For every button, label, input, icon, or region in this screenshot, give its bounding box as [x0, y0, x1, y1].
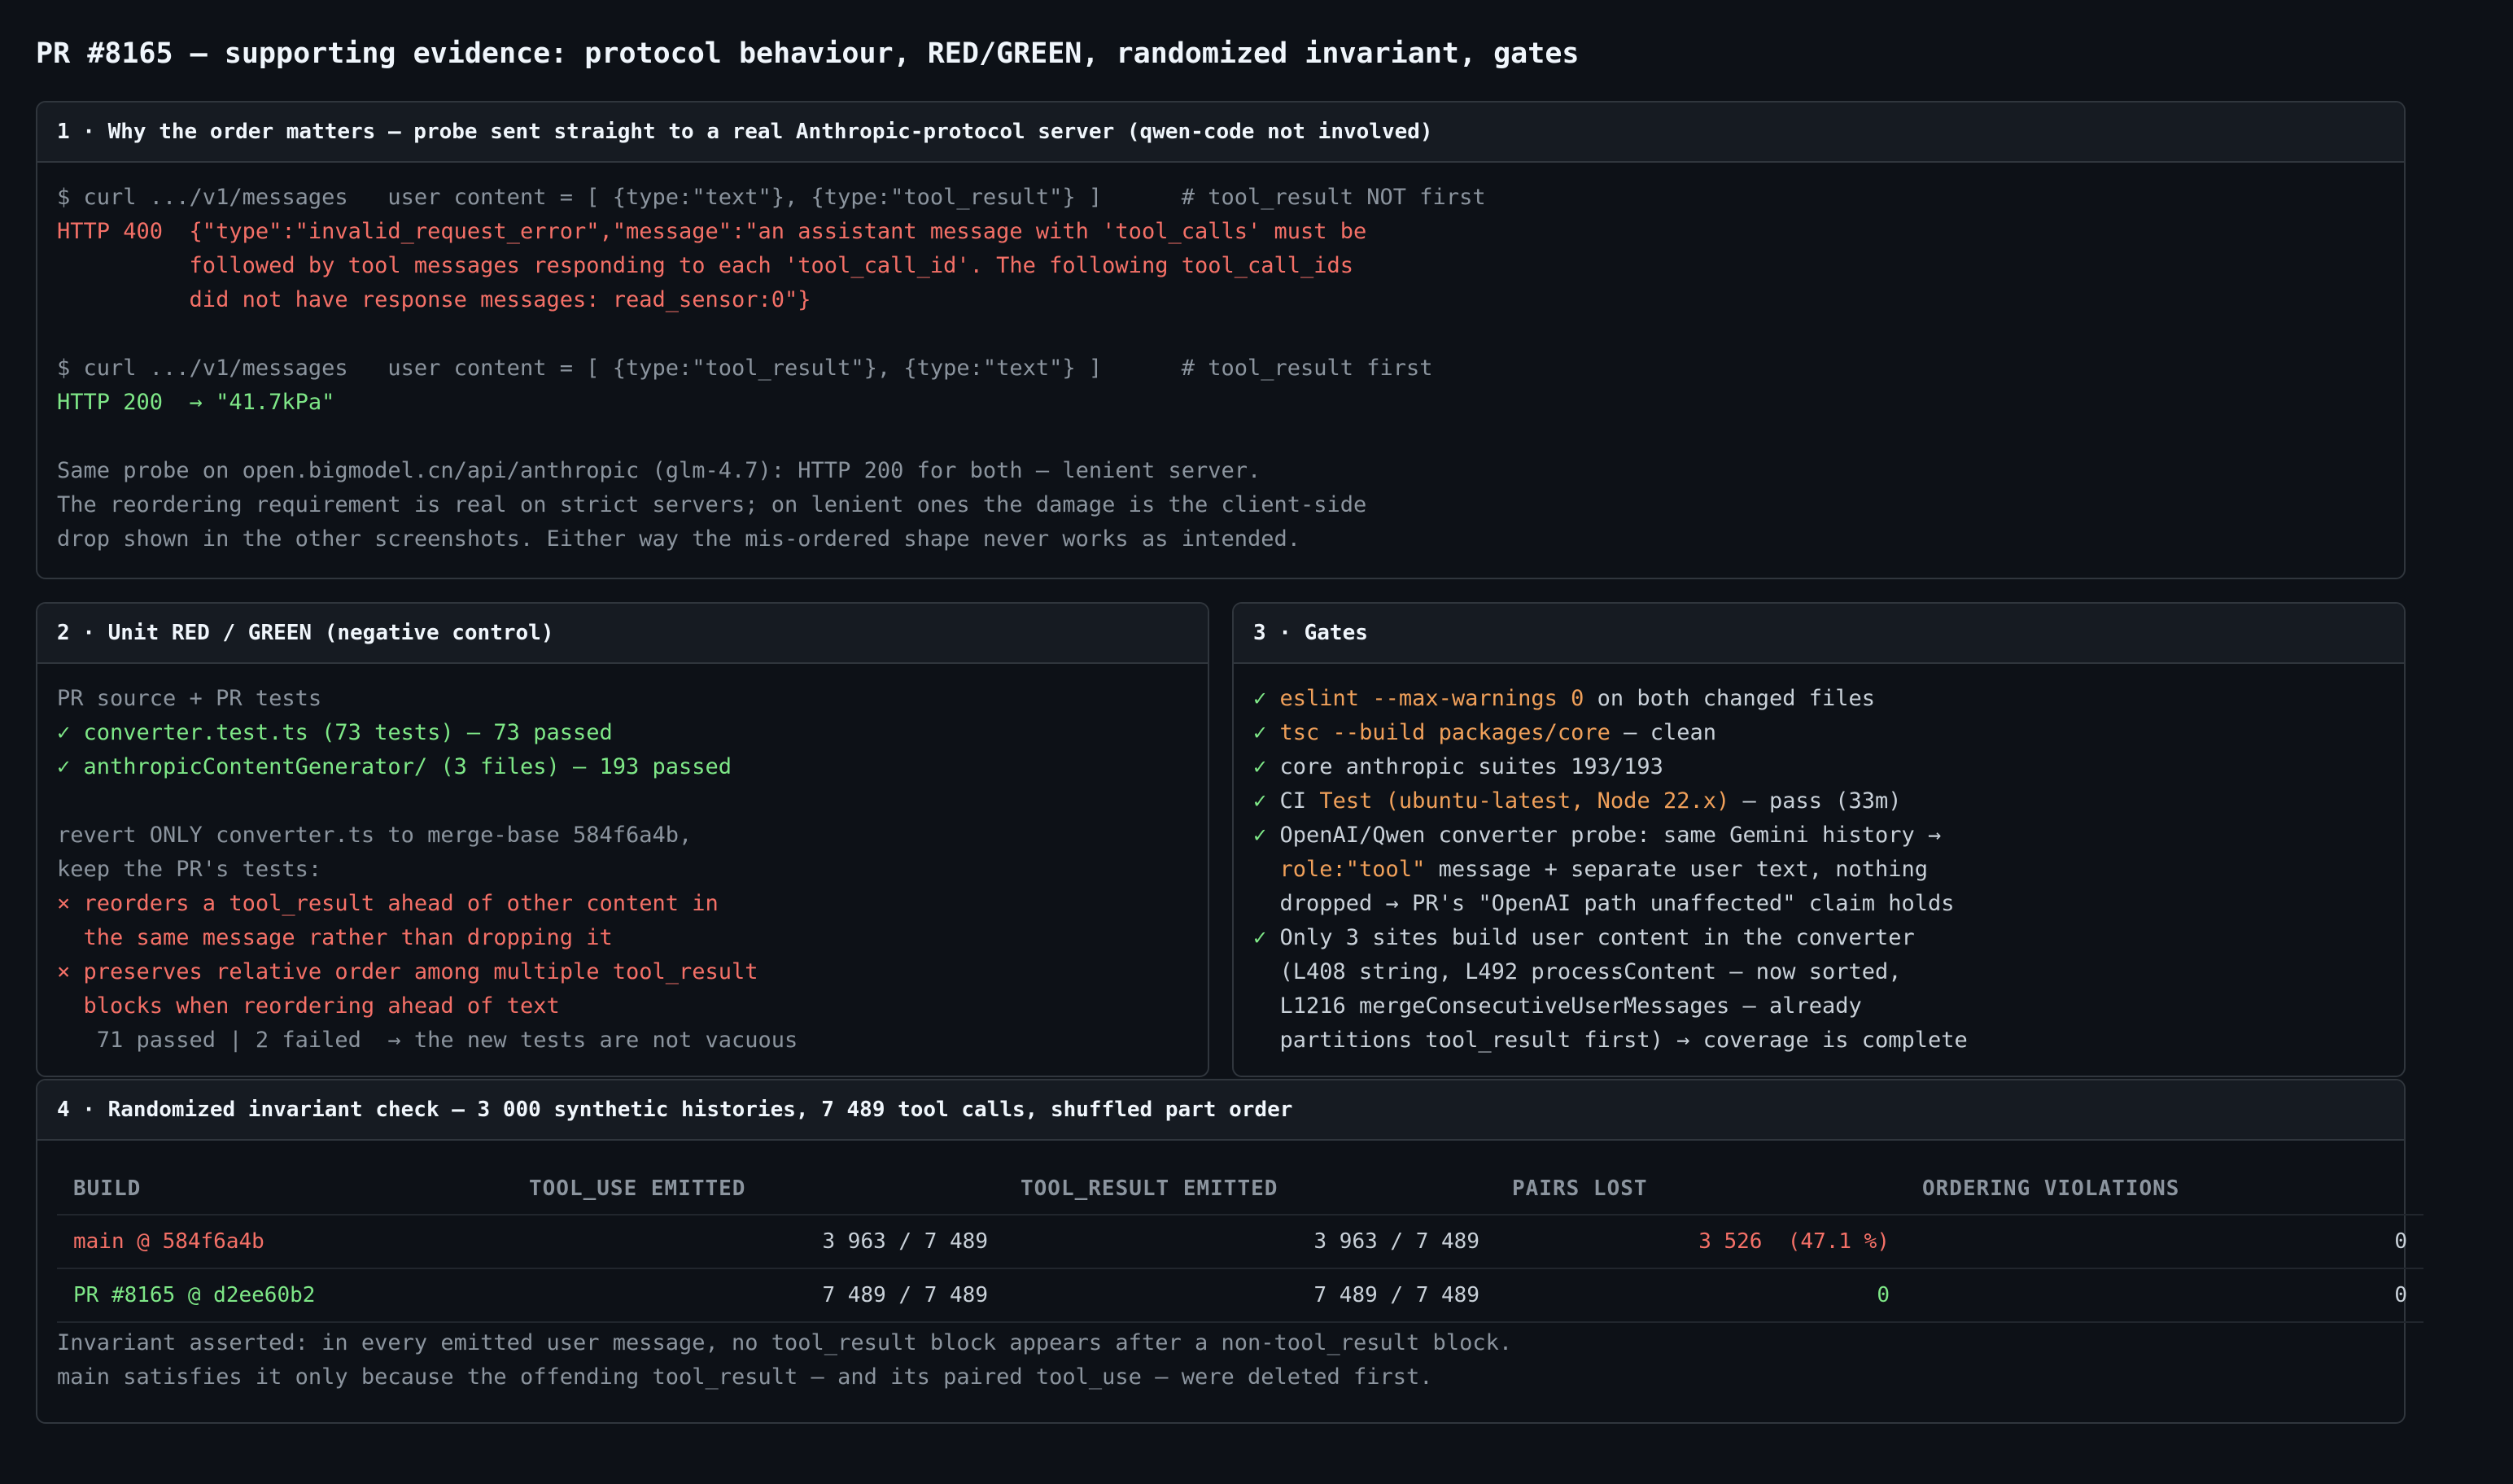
panel-randomized-invariant-heading: 4 · Randomized invariant check — 3 000 s… — [37, 1080, 2404, 1141]
output-line: ✓ anthropicContentGenerator/ (3 files) —… — [57, 754, 732, 779]
cell-tool-use: 3 963 / 7 489 — [513, 1215, 1004, 1269]
cell-tool-result: 3 963 / 7 489 — [1004, 1215, 1496, 1269]
panel-unit-red-green: 2 · Unit RED / GREEN (negative control) … — [36, 602, 1209, 1077]
output-line: HTTP 200 → "41.7kPa" — [57, 390, 335, 415]
probe-output: $ curl .../v1/messages user content = [ … — [37, 163, 2404, 556]
gate-coverage-cont: partitions tool_result first) → coverage… — [1279, 1028, 1968, 1053]
column-header-tool-use: TOOL_USE EMITTED — [513, 1163, 1004, 1216]
column-header-ordering-violations: ORDERING VIOLATIONS — [1906, 1163, 2423, 1216]
table-row: main @ 584f6a4b 3 963 / 7 489 3 963 / 7 … — [57, 1215, 2423, 1269]
check-icon: ✓ — [1253, 788, 1267, 814]
output-line: × reorders a tool_result ahead of other … — [57, 891, 719, 916]
output-line: $ curl .../v1/messages user content = [ … — [57, 185, 1486, 210]
gate-openai-probe-cont: dropped → PR's "OpenAI path unaffected" … — [1279, 891, 1955, 916]
cell-pairs-lost: 3 526 (47.1 %) — [1496, 1215, 1906, 1269]
gate-eslint: ✓ eslint --max-warnings 0 on both change… — [1253, 686, 1876, 711]
output-line: the same message rather than dropping it — [57, 925, 613, 950]
panel-protocol-probe-heading: 1 · Why the order matters — probe sent s… — [37, 103, 2404, 163]
output-line: keep the PR's tests: — [57, 857, 322, 882]
output-line: ✓ converter.test.ts (73 tests) — 73 pass… — [57, 720, 613, 745]
table-header-row: BUILD TOOL_USE EMITTED TOOL_RESULT EMITT… — [57, 1163, 2423, 1216]
check-icon: ✓ — [1253, 720, 1267, 745]
invariant-table: BUILD TOOL_USE EMITTED TOOL_RESULT EMITT… — [57, 1163, 2423, 1323]
gates-list: ✓ eslint --max-warnings 0 on both change… — [1234, 664, 2404, 1058]
gate-coverage-cont: L1216 mergeConsecutiveUserMessages — alr… — [1279, 993, 1862, 1019]
cell-build: main @ 584f6a4b — [57, 1215, 513, 1269]
output-line: followed by tool messages responding to … — [57, 253, 1354, 278]
panel-protocol-probe: 1 · Why the order matters — probe sent s… — [36, 101, 2406, 579]
gate-coverage-cont: (L408 string, L492 processContent — now … — [1279, 959, 1902, 984]
cell-ordering-violations: 0 — [1906, 1215, 2423, 1269]
output-line: HTTP 400 {"type":"invalid_request_error"… — [57, 219, 1367, 244]
gate-tsc: ✓ tsc --build packages/core — clean — [1253, 720, 1716, 745]
output-line: PR source + PR tests — [57, 686, 322, 711]
gate-openai-probe-cont: role:"tool" message + separate user text… — [1279, 857, 1929, 882]
output-line: $ curl .../v1/messages user content = [ … — [57, 356, 1433, 381]
page-title: PR #8165 — supporting evidence: protocol… — [36, 37, 1580, 70]
output-line: revert ONLY converter.ts to merge-base 5… — [57, 823, 693, 848]
output-line: drop shown in the other screenshots. Eit… — [57, 526, 1301, 552]
panel-randomized-invariant: 4 · Randomized invariant check — 3 000 s… — [36, 1079, 2423, 1424]
footnote-line: main satisfies it only because the offen… — [57, 1364, 1433, 1390]
panel-gates-heading: 3 · Gates — [1234, 604, 2404, 664]
table-row: PR #8165 @ d2ee60b2 7 489 / 7 489 7 489 … — [57, 1268, 2423, 1323]
check-icon: ✓ — [1253, 686, 1267, 711]
cell-ordering-violations: 0 — [1906, 1268, 2423, 1323]
cell-tool-result: 7 489 / 7 489 — [1004, 1268, 1496, 1323]
panel-gates: 3 · Gates ✓ eslint --max-warnings 0 on b… — [1232, 602, 2406, 1077]
unit-test-output: PR source + PR tests ✓ converter.test.ts … — [37, 664, 1208, 1058]
output-line: × preserves relative order among multipl… — [57, 959, 758, 984]
check-icon: ✓ — [1253, 754, 1267, 779]
output-line: Same probe on open.bigmodel.cn/api/anthr… — [57, 458, 1261, 483]
cell-build: PR #8165 @ d2ee60b2 — [57, 1268, 513, 1323]
panel-unit-red-green-heading: 2 · Unit RED / GREEN (negative control) — [37, 604, 1208, 664]
check-icon: ✓ — [1253, 823, 1267, 848]
gate-ci: ✓ CI Test (ubuntu-latest, Node 22.x) — p… — [1253, 788, 1902, 814]
gate-openai-probe: ✓ OpenAI/Qwen converter probe: same Gemi… — [1253, 823, 1942, 848]
column-header-build: BUILD — [57, 1163, 513, 1216]
output-line: did not have response messages: read_sen… — [57, 287, 811, 312]
output-line: The reordering requirement is real on st… — [57, 492, 1367, 517]
gate-core-suites: ✓ core anthropic suites 193/193 — [1253, 754, 1663, 779]
column-header-pairs-lost: PAIRS LOST — [1496, 1163, 1906, 1216]
output-line: 71 passed | 2 failed → the new tests are… — [57, 1028, 798, 1053]
column-header-tool-result: TOOL_RESULT EMITTED — [1004, 1163, 1496, 1216]
gate-coverage: ✓ Only 3 sites build user content in the… — [1253, 925, 1915, 950]
output-line: blocks when reordering ahead of text — [57, 993, 560, 1019]
cell-pairs-lost: 0 — [1496, 1268, 1906, 1323]
footnote-line: Invariant asserted: in every emitted use… — [57, 1330, 1513, 1355]
cell-tool-use: 7 489 / 7 489 — [513, 1268, 1004, 1323]
check-icon: ✓ — [1253, 925, 1267, 950]
invariant-footnote: Invariant asserted: in every emitted use… — [57, 1326, 1512, 1395]
